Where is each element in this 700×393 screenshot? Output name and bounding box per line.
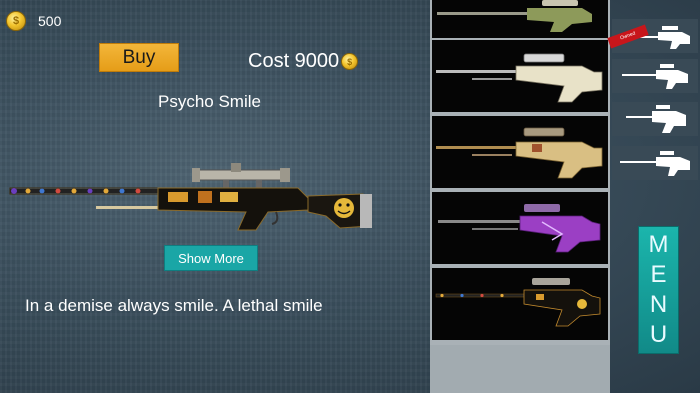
coin-counter: $ 500 xyxy=(6,11,61,31)
skin-card-tan[interactable] xyxy=(432,116,608,188)
rifle-icon xyxy=(436,53,603,103)
skin-card-psycho-smile[interactable] xyxy=(432,268,608,340)
category-rifle-1[interactable]: Owned xyxy=(607,19,698,53)
menu-letter: E xyxy=(650,261,667,288)
list-footer xyxy=(430,345,610,393)
category-rifle-2[interactable] xyxy=(612,59,698,93)
skin-list xyxy=(430,0,610,393)
skin-description: In a demise always smile. A lethal smile xyxy=(25,296,323,315)
rifle-icon xyxy=(622,64,688,89)
rifle-icon xyxy=(435,278,601,327)
category-rifle-4[interactable] xyxy=(612,146,698,180)
menu-button[interactable]: M E N U xyxy=(638,226,679,354)
menu-letter: U xyxy=(649,321,668,348)
skin-card-purple[interactable] xyxy=(432,192,608,264)
rifle-icon xyxy=(437,0,592,32)
rifle-preview xyxy=(9,163,372,231)
rifle-icon xyxy=(438,204,601,253)
skin-card-white[interactable] xyxy=(432,40,608,112)
menu-letter: M xyxy=(648,231,669,258)
skin-card-camo[interactable] xyxy=(432,0,608,38)
skin-name: Psycho Smile xyxy=(158,92,261,111)
coin-icon: $ xyxy=(6,11,26,31)
cost-display: Cost 9000 $ xyxy=(248,50,359,73)
cost-label: Cost 9000 xyxy=(248,50,340,72)
show-more-button[interactable]: Show More xyxy=(164,245,258,271)
rifle-icon xyxy=(436,127,603,179)
buy-button[interactable]: Buy xyxy=(99,43,179,72)
coin-count: 500 xyxy=(38,13,62,29)
category-rifle-3[interactable] xyxy=(612,102,698,136)
menu-letter: N xyxy=(649,291,668,318)
cost-coin-icon: $ xyxy=(341,53,359,70)
rifle-icon xyxy=(620,151,690,176)
rifle-icon xyxy=(626,105,686,133)
